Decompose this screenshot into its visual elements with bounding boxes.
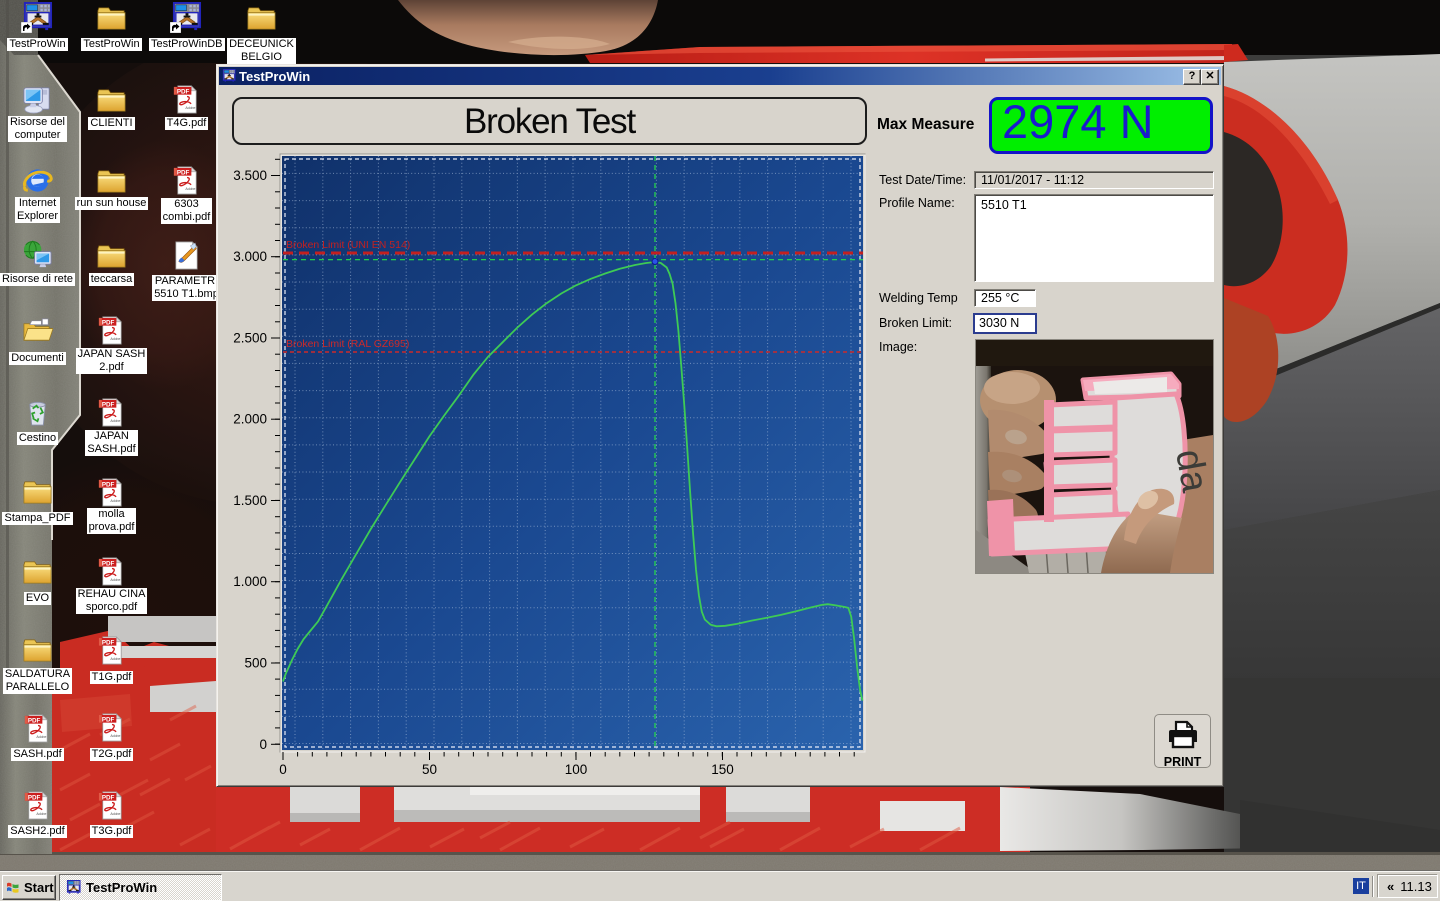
svg-text:50: 50 <box>422 762 437 777</box>
svg-text:2.500: 2.500 <box>233 331 267 346</box>
svg-text:150: 150 <box>711 762 734 777</box>
svg-text:3.500: 3.500 <box>233 168 267 183</box>
svg-text:3.000: 3.000 <box>233 249 267 264</box>
svg-text:0: 0 <box>259 737 267 752</box>
svg-text:Broken Limit (UNI EN 514): Broken Limit (UNI EN 514) <box>286 239 410 251</box>
svg-text:500: 500 <box>244 656 267 671</box>
svg-text:Broken Limit (RAL GZ695): Broken Limit (RAL GZ695) <box>286 338 409 350</box>
svg-text:1.000: 1.000 <box>233 574 267 589</box>
svg-text:1.500: 1.500 <box>233 493 267 508</box>
svg-text:2.000: 2.000 <box>233 412 267 427</box>
svg-text:100: 100 <box>565 762 588 777</box>
svg-text:da: da <box>1167 446 1214 496</box>
svg-text:0: 0 <box>279 762 287 777</box>
